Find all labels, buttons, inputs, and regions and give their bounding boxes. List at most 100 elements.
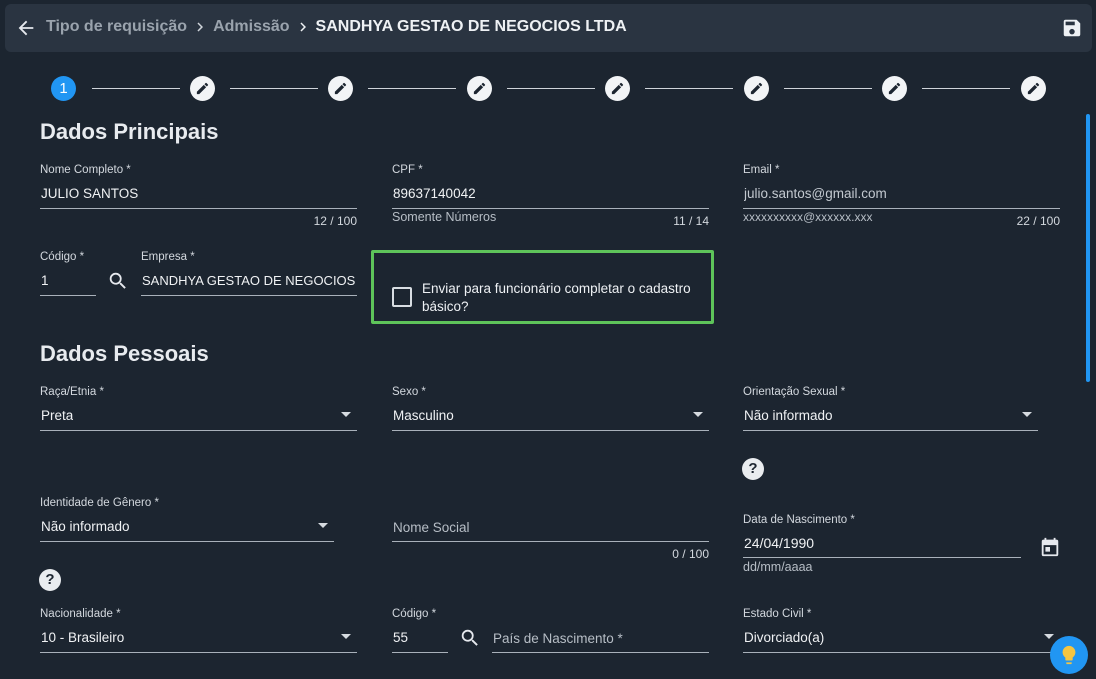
step-1-number: 1 [59, 80, 68, 97]
identidade-value: Não informado [41, 519, 130, 534]
input-underline [743, 430, 1038, 431]
chevron-down-icon [693, 412, 703, 417]
nome-social-counter: 0 / 100 [672, 547, 709, 561]
orientacao-select[interactable]: Orientação Sexual * Não informado [743, 386, 1038, 432]
stepper: 1 [0, 74, 1096, 104]
breadcrumb-tipo-requisicao[interactable]: Tipo de requisição [46, 18, 187, 36]
breadcrumb-admissao[interactable]: Admissão [213, 18, 289, 36]
chevron-right-icon [299, 22, 306, 32]
pencil-icon [196, 82, 209, 95]
codigo-empresa-field[interactable]: Código * 1 [40, 251, 96, 297]
codigo-value: 1 [41, 273, 49, 288]
pencil-icon [750, 82, 763, 95]
nome-social-placeholder: Nome Social [393, 520, 470, 535]
codigo-pais-field[interactable]: Código * 55 [392, 608, 448, 654]
search-icon[interactable] [107, 270, 129, 292]
raca-value: Preta [41, 408, 74, 423]
step-connector [507, 88, 595, 89]
empresa-field[interactable]: Empresa * SANDHYA GESTAO DE NEGOCIOS LTD… [141, 251, 357, 297]
identidade-label: Identidade de Gênero * [40, 497, 159, 509]
input-underline [40, 652, 357, 653]
estado-civil-value: Divorciado(a) [744, 630, 825, 645]
orientacao-label: Orientação Sexual * [743, 386, 846, 398]
step-4[interactable] [467, 76, 492, 101]
search-icon[interactable] [459, 627, 481, 649]
pencil-icon [473, 82, 486, 95]
cpf-value: 89637140042 [393, 186, 476, 201]
pais-nascimento-field[interactable]: País de Nascimento * [492, 630, 709, 654]
pencil-icon [888, 82, 901, 95]
step-connector [368, 88, 456, 89]
data-nascimento-value: 24/04/1990 [744, 535, 815, 551]
input-underline [141, 295, 357, 296]
empresa-label: Empresa * [141, 251, 195, 263]
step-7[interactable] [882, 76, 907, 101]
data-nascimento-field[interactable]: Data de Nascimento * 24/04/1990 dd/mm/aa… [743, 514, 1021, 576]
input-underline [40, 430, 357, 431]
enviar-cadastro-box: Enviar para funcionário completar o cada… [371, 250, 714, 324]
enviar-cadastro-label: Enviar para funcionário completar o cada… [422, 281, 691, 314]
chevron-down-icon [318, 523, 328, 528]
identidade-select[interactable]: Identidade de Gênero * Não informado [40, 497, 334, 543]
raca-select[interactable]: Raça/Etnia * Preta [40, 386, 357, 432]
chevron-down-icon [1044, 634, 1054, 639]
input-underline [743, 208, 1060, 209]
question-icon[interactable]: ? [742, 458, 764, 480]
step-connector [645, 88, 733, 89]
help-fab[interactable] [1050, 636, 1088, 674]
sexo-value: Masculino [393, 408, 454, 423]
nacionalidade-value: 10 - Brasileiro [41, 630, 125, 645]
cpf-hint: Somente Números [392, 210, 497, 224]
question-icon[interactable]: ? [39, 569, 61, 591]
input-underline [392, 541, 709, 542]
estado-civil-label: Estado Civil * [743, 608, 812, 620]
step-connector [922, 88, 1010, 89]
lightbulb-icon [1062, 645, 1076, 665]
input-underline [392, 652, 448, 653]
cpf-field[interactable]: CPF * 89637140042 Somente Números 11 / 1… [392, 164, 709, 230]
step-6[interactable] [744, 76, 769, 101]
breadcrumb-company: SANDHYA GESTAO DE NEGOCIOS LTDA [315, 18, 627, 35]
input-underline [392, 208, 709, 209]
nome-completo-field[interactable]: Nome Completo * JULIO SANTOS 12 / 100 [40, 164, 357, 230]
step-3[interactable] [328, 76, 353, 101]
email-label: Email * [743, 164, 780, 176]
step-2[interactable] [190, 76, 215, 101]
data-nascimento-label: Data de Nascimento * [743, 514, 855, 526]
input-underline [743, 557, 1021, 558]
codigo-label: Código * [40, 251, 85, 263]
email-hint: xxxxxxxxxx@xxxxxx.xxx [743, 210, 873, 224]
sexo-select[interactable]: Sexo * Masculino [392, 386, 709, 432]
nome-completo-label: Nome Completo * [40, 164, 131, 176]
email-value: julio.santos@gmail.com [744, 186, 887, 201]
enviar-cadastro-checkbox[interactable] [392, 287, 412, 307]
step-8[interactable] [1021, 76, 1046, 101]
step-connector [784, 88, 872, 89]
section-title-principais: Dados Principais [40, 119, 219, 144]
breadcrumb: Tipo de requisição Admissão SANDHYA GEST… [46, 18, 627, 36]
step-5[interactable] [605, 76, 630, 101]
codigo-pais-label: Código * [392, 608, 437, 620]
floppy-disk-icon[interactable] [1061, 17, 1083, 39]
step-1[interactable]: 1 [51, 76, 76, 101]
cpf-counter: 11 / 14 [673, 214, 709, 228]
data-nascimento-hint: dd/mm/aaaa [743, 560, 813, 574]
codigo-pais-value: 55 [393, 630, 409, 645]
input-underline [40, 208, 357, 209]
nacionalidade-select[interactable]: Nacionalidade * 10 - Brasileiro [40, 608, 357, 654]
arrow-left-icon[interactable] [15, 17, 37, 39]
calendar-icon[interactable] [1039, 536, 1061, 558]
empresa-value: SANDHYA GESTAO DE NEGOCIOS LTDA [142, 273, 356, 288]
orientacao-value: Não informado [744, 408, 833, 423]
step-connector [230, 88, 318, 89]
chevron-down-icon [1022, 412, 1032, 417]
input-underline [40, 541, 334, 542]
email-field[interactable]: Email * julio.santos@gmail.com xxxxxxxxx… [743, 164, 1060, 230]
estado-civil-select[interactable]: Estado Civil * Divorciado(a) [743, 608, 1060, 654]
scrollbar[interactable] [1086, 114, 1090, 382]
nome-social-field[interactable]: Nome Social 0 / 100 [392, 519, 709, 565]
input-underline [392, 430, 709, 431]
sexo-label: Sexo * [392, 386, 426, 398]
chevron-down-icon [341, 412, 351, 417]
input-underline [40, 295, 96, 296]
